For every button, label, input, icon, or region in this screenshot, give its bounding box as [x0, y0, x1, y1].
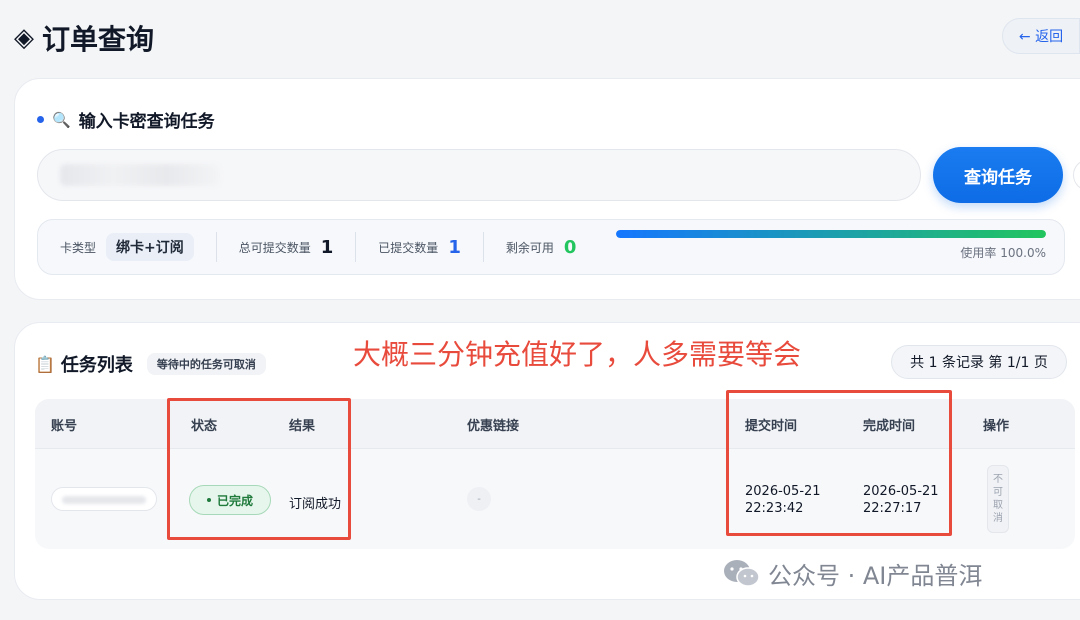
task-list-title-text: 任务列表 [60, 355, 133, 376]
cancel-hint-badge: 等待中的任务可取消 [146, 353, 266, 375]
stat-card-type: 卡类型 绑卡+订阅 [38, 232, 216, 262]
query-task-button[interactable]: 查询任务 [933, 147, 1063, 203]
stat-card-type-label: 卡类型 [60, 240, 97, 255]
query-card: 🔍 输入卡密查询任务 查询任务 卡类型 绑卡+订阅 总可提交数量 1 已提交数量… [14, 78, 1080, 300]
stat-submitted-value: 1 [448, 236, 461, 258]
annotation-text: 大概三分钟充值好了，人多需要等会 [353, 338, 802, 371]
diamond-icon: ◈ [14, 23, 34, 53]
query-section-title: 🔍 输入卡密查询任务 [37, 107, 215, 132]
stat-remaining: 剩余可用 0 [482, 232, 599, 262]
annotation-highlight-times [726, 390, 952, 536]
action-char: 消 [993, 513, 1003, 524]
query-section-title-text: 输入卡密查询任务 [78, 112, 215, 132]
redacted-input-value [60, 164, 220, 186]
record-summary: 共 1 条记录 第 1/1 页 [891, 345, 1067, 379]
annotation-highlight-status-result [167, 398, 351, 540]
stat-remaining-label: 剩余可用 [505, 240, 554, 255]
stats-bar: 卡类型 绑卡+订阅 总可提交数量 1 已提交数量 1 剩余可用 0 使用率 10… [37, 219, 1065, 275]
column-header-account: 账号 [51, 419, 78, 434]
action-char: 取 [993, 500, 1003, 511]
column-header-coupon: 优惠链接 [467, 419, 520, 434]
stat-remaining-value: 0 [563, 236, 577, 258]
bullet-dot-icon [37, 116, 44, 123]
cannot-cancel-button[interactable]: 不 可 取 消 [987, 465, 1009, 533]
coupon-link-empty: - [467, 487, 491, 511]
column-header-action: 操作 [983, 419, 1010, 434]
usage-rate-text: 使用率 100.0% [960, 246, 1046, 260]
task-list-title: 📋 任务列表 等待中的任务可取消 [35, 351, 266, 377]
wechat-icon [724, 559, 760, 587]
card-key-input-wrapper [37, 149, 921, 201]
usage-progress-fill [616, 230, 1046, 238]
stat-submitted-label: 已提交数量 [378, 240, 439, 255]
page-title-text: 订单查询 [42, 23, 155, 56]
action-char: 不 [993, 474, 1003, 485]
page-header: ◈ 订单查询 ← 返回 [14, 14, 1080, 58]
card-type-badge: 绑卡+订阅 [106, 233, 194, 261]
stat-total: 总可提交数量 1 [215, 232, 356, 262]
side-action-button[interactable] [1073, 159, 1080, 191]
stat-submitted: 已提交数量 1 [355, 232, 483, 262]
usage-progress-track [616, 230, 1046, 238]
redacted-account [51, 487, 157, 511]
page-title: ◈ 订单查询 [14, 18, 154, 58]
watermark: 公众号 · AI产品普洱 [722, 556, 982, 591]
search-icon: 🔍 [52, 110, 71, 129]
clipboard-icon: 📋 [35, 354, 55, 374]
action-char: 可 [993, 487, 1003, 498]
stat-total-value: 1 [320, 236, 334, 258]
stat-total-label: 总可提交数量 [238, 240, 311, 255]
watermark-text: 公众号 · AI产品普洱 [768, 562, 983, 590]
usage-progress: 使用率 100.0% [616, 230, 1046, 261]
back-button[interactable]: ← 返回 [1002, 18, 1080, 54]
